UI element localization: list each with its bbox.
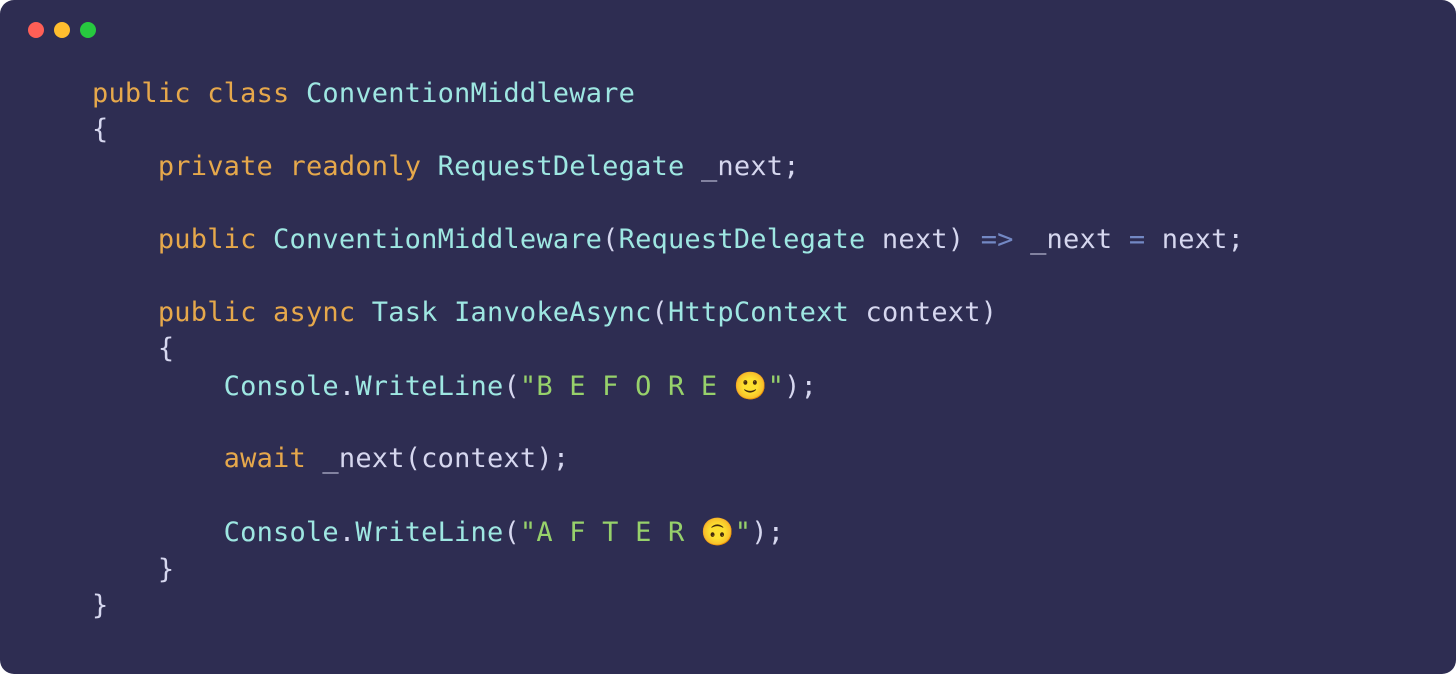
keyword-readonly: readonly	[290, 151, 422, 182]
semicolon: ;	[768, 517, 784, 548]
paren-open: (	[405, 443, 421, 474]
method-name: IanvokeAsync	[454, 297, 651, 328]
param-context: context	[421, 443, 536, 474]
brace-close: }	[92, 590, 108, 621]
param-next: next	[882, 224, 948, 255]
type-httpcontext: HttpContext	[668, 297, 849, 328]
field-next: _next	[1030, 224, 1112, 255]
window-titlebar	[0, 0, 1456, 38]
paren-close: )	[536, 443, 552, 474]
paren-close: )	[751, 517, 767, 548]
keyword-private: private	[158, 151, 273, 182]
semicolon: ;	[801, 371, 817, 402]
class-console: Console	[224, 517, 339, 548]
string-close: "	[735, 517, 751, 548]
keyword-await: await	[224, 443, 306, 474]
field-next: _next	[322, 443, 404, 474]
keyword-public: public	[158, 224, 257, 255]
emoji-upside-down-icon: 🙃	[701, 516, 735, 548]
type-task: Task	[372, 297, 438, 328]
method-writeline: WriteLine	[355, 371, 503, 402]
brace-close: }	[158, 554, 174, 585]
keyword-class: class	[207, 78, 289, 109]
assign-op: =	[1129, 224, 1145, 255]
semicolon: ;	[1228, 224, 1244, 255]
maximize-icon[interactable]	[80, 22, 96, 38]
type-requestdelegate: RequestDelegate	[438, 151, 685, 182]
paren-open: (	[652, 297, 668, 328]
param-context: context	[866, 297, 981, 328]
paren-open: (	[503, 517, 519, 548]
brace-open: {	[158, 333, 174, 364]
param-type: RequestDelegate	[619, 224, 866, 255]
paren-open: (	[503, 371, 519, 402]
paren-open: (	[602, 224, 618, 255]
dot-op: .	[339, 371, 355, 402]
keyword-async: async	[273, 297, 355, 328]
brace-open: {	[92, 114, 108, 145]
code-window: public class ConventionMiddleware { priv…	[0, 0, 1456, 674]
ctor-name: ConventionMiddleware	[273, 224, 602, 255]
semicolon: ;	[783, 151, 799, 182]
param-next: next	[1162, 224, 1228, 255]
paren-close: )	[784, 371, 800, 402]
field-next: _next	[701, 151, 783, 182]
arrow-op: =>	[981, 224, 1014, 255]
keyword-public: public	[92, 78, 191, 109]
string-before: "B E F O R E	[520, 371, 734, 402]
paren-close: )	[948, 224, 964, 255]
close-icon[interactable]	[28, 22, 44, 38]
keyword-public: public	[158, 297, 257, 328]
semicolon: ;	[553, 443, 569, 474]
string-close: "	[768, 371, 784, 402]
code-block: public class ConventionMiddleware { priv…	[0, 38, 1456, 625]
string-after: "A F T E R	[520, 517, 701, 548]
paren-close: )	[981, 297, 997, 328]
class-name: ConventionMiddleware	[306, 78, 635, 109]
class-console: Console	[224, 371, 339, 402]
dot-op: .	[339, 517, 355, 548]
minimize-icon[interactable]	[54, 22, 70, 38]
method-writeline: WriteLine	[355, 517, 503, 548]
emoji-smile-icon: 🙂	[734, 370, 768, 402]
